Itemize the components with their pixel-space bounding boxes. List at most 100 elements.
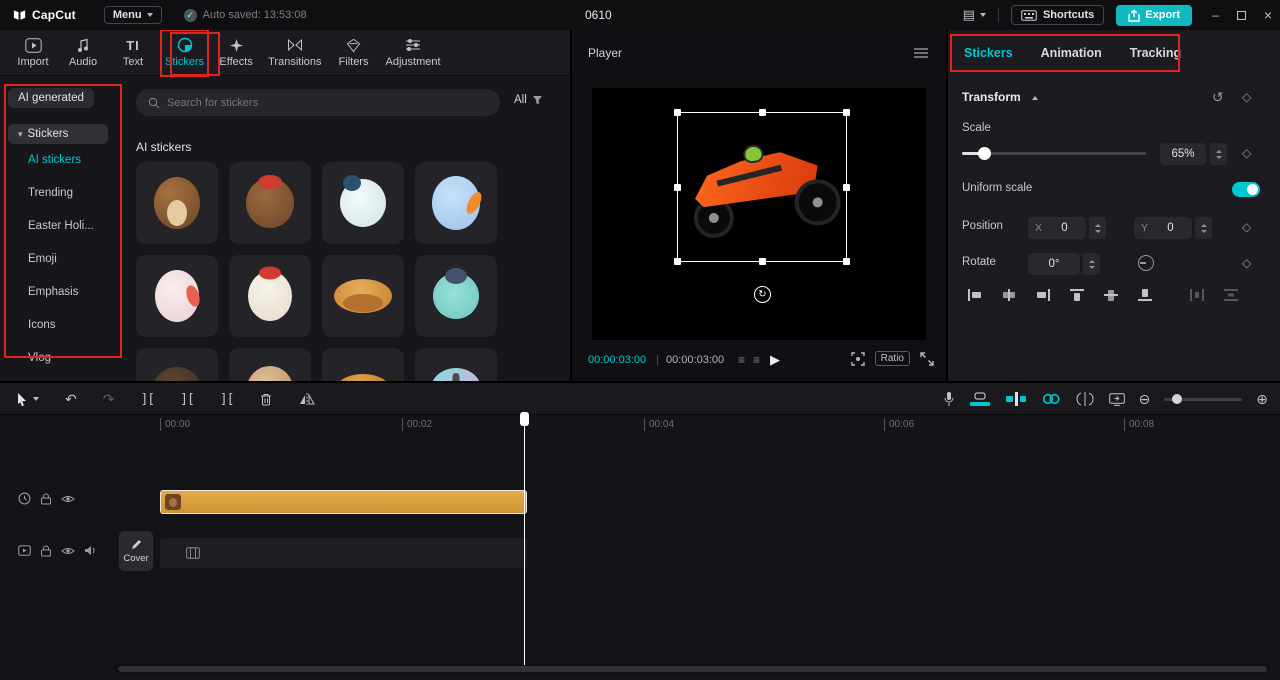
sidebar-item-ai-generated[interactable]: AI generated: [8, 88, 94, 108]
position-y-stepper[interactable]: [1195, 217, 1212, 239]
rotate-stepper[interactable]: [1083, 253, 1100, 275]
position-y-field[interactable]: Y 0: [1134, 217, 1192, 239]
playhead[interactable]: [520, 412, 530, 665]
scrollbar-thumb[interactable]: [118, 665, 1267, 672]
tab-import[interactable]: Import: [12, 31, 54, 75]
resize-handle[interactable]: [758, 109, 766, 116]
close-button[interactable]: ×: [1264, 7, 1272, 23]
speaker-icon[interactable]: [84, 545, 97, 556]
keyframe-diamond-icon[interactable]: ◇: [1242, 220, 1251, 234]
minimize-button[interactable]: –: [1212, 9, 1219, 21]
reset-icon[interactable]: ↺: [1212, 89, 1224, 106]
resize-handle[interactable]: [758, 258, 766, 265]
export-button[interactable]: Export: [1116, 4, 1193, 26]
sidebar-item-ai-stickers[interactable]: AI stickers: [8, 144, 126, 177]
tab-effects[interactable]: Effects: [215, 31, 257, 75]
tab-inspector-tracking[interactable]: Tracking: [1130, 46, 1181, 60]
player-menu-icon[interactable]: [914, 48, 928, 58]
auto-snap-toggle[interactable]: [1005, 391, 1027, 407]
sidebar-item-trending[interactable]: Trending: [8, 177, 126, 210]
sticker-snowboard-girl[interactable]: [415, 255, 497, 337]
video-track-icon[interactable]: [18, 545, 31, 556]
sticker-croissant[interactable]: [322, 255, 404, 337]
tab-adjustment[interactable]: Adjustment: [383, 31, 444, 75]
uniform-scale-toggle[interactable]: [1232, 182, 1260, 197]
timeline-ruler[interactable]: 00:00 00:02 00:04 00:06 00:08: [0, 416, 1280, 434]
resize-handle[interactable]: [674, 258, 681, 265]
align-right-button[interactable]: [1032, 286, 1054, 304]
timeline-zoom-slider[interactable]: [1164, 392, 1243, 406]
cover-button[interactable]: Cover: [119, 531, 153, 571]
rotate-handle[interactable]: ↻: [754, 286, 771, 303]
rotate-value-box[interactable]: 0°: [1028, 253, 1080, 275]
sticker-blue-bunny[interactable]: [415, 162, 497, 244]
sticker-butterfly[interactable]: [415, 348, 497, 381]
split-left-button[interactable]: ][: [140, 392, 155, 407]
delete-button[interactable]: [259, 392, 273, 407]
shortcuts-button[interactable]: Shortcuts: [1010, 5, 1105, 25]
frame-view-icon[interactable]: ≡: [753, 353, 760, 367]
ratio-button[interactable]: Ratio: [874, 351, 910, 366]
resize-handle[interactable]: [674, 109, 681, 116]
record-voiceover-button[interactable]: [943, 391, 955, 407]
screen-preview-button[interactable]: [1108, 392, 1125, 406]
search-input[interactable]: [167, 96, 467, 109]
undo-button[interactable]: ↶: [65, 391, 77, 408]
split-right-button[interactable]: ][: [220, 392, 235, 407]
sidebar-item-easter-holiday[interactable]: Easter Holi...: [8, 210, 126, 243]
align-center-vertical-button[interactable]: [1100, 286, 1122, 304]
align-top-button[interactable]: [1066, 286, 1088, 304]
menu-button[interactable]: Menu: [103, 6, 162, 24]
tab-transitions[interactable]: Transitions: [265, 31, 324, 75]
video-canvas[interactable]: ↻: [592, 88, 926, 340]
layout-switch-button[interactable]: ▤: [963, 7, 986, 23]
resize-handle[interactable]: [843, 109, 850, 116]
main-track-magnetic-toggle[interactable]: [969, 391, 991, 407]
sticker-rabbit-carrot[interactable]: [136, 255, 218, 337]
scale-value-box[interactable]: 65%: [1160, 143, 1206, 165]
rotate-dial[interactable]: [1138, 255, 1154, 271]
sticker-dark-animal[interactable]: [136, 348, 218, 381]
video-clip[interactable]: [160, 538, 527, 568]
keyframe-diamond-icon[interactable]: ◇: [1242, 90, 1251, 104]
tab-stickers[interactable]: Stickers: [159, 30, 210, 77]
lock-icon[interactable]: [40, 544, 52, 557]
filter-all-button[interactable]: All: [514, 94, 543, 106]
scale-slider-knob[interactable]: [978, 147, 991, 160]
resize-handle[interactable]: [843, 183, 850, 191]
zoom-in-button[interactable]: ⊕: [1256, 391, 1268, 408]
preview-quality-icon[interactable]: [850, 351, 865, 366]
frame-view-icon[interactable]: ≡: [738, 353, 745, 367]
split-button[interactable]: ][: [180, 392, 195, 407]
sticker-bird-scarf[interactable]: [322, 162, 404, 244]
fullscreen-icon[interactable]: [920, 351, 934, 366]
lock-icon[interactable]: [40, 492, 52, 505]
zoom-out-button[interactable]: ⊖: [1139, 391, 1151, 408]
sidebar-item-icons[interactable]: Icons: [8, 309, 126, 342]
mirror-button[interactable]: [299, 392, 316, 406]
sidebar-item-vlog[interactable]: Vlog: [8, 342, 126, 375]
eye-icon[interactable]: [61, 494, 75, 504]
timeline-scrollbar[interactable]: [115, 664, 1270, 673]
tab-audio[interactable]: Audio: [62, 31, 104, 75]
position-x-field[interactable]: X 0: [1028, 217, 1086, 239]
maximize-button[interactable]: [1236, 10, 1246, 20]
tab-filters[interactable]: Filters: [333, 31, 375, 75]
sticker-squirrel[interactable]: [136, 162, 218, 244]
distribute-vertical-button[interactable]: [1220, 286, 1242, 304]
position-x-stepper[interactable]: [1089, 217, 1106, 239]
tab-inspector-stickers[interactable]: Stickers: [964, 46, 1013, 60]
sticker-hamster[interactable]: [229, 348, 311, 381]
sticker-clip[interactable]: [160, 490, 527, 514]
search-bar[interactable]: [136, 89, 500, 116]
align-bottom-button[interactable]: [1134, 286, 1156, 304]
resize-handle[interactable]: [674, 183, 681, 191]
select-tool-button[interactable]: [16, 392, 39, 407]
align-center-horizontal-button[interactable]: [998, 286, 1020, 304]
sidebar-item-emphasis[interactable]: Emphasis: [8, 276, 126, 309]
sticker-snowman[interactable]: [229, 255, 311, 337]
sticker-bread[interactable]: [322, 348, 404, 381]
redo-button[interactable]: ↷: [103, 391, 115, 408]
selection-box[interactable]: [674, 109, 850, 265]
collapse-icon[interactable]: [1032, 96, 1038, 100]
